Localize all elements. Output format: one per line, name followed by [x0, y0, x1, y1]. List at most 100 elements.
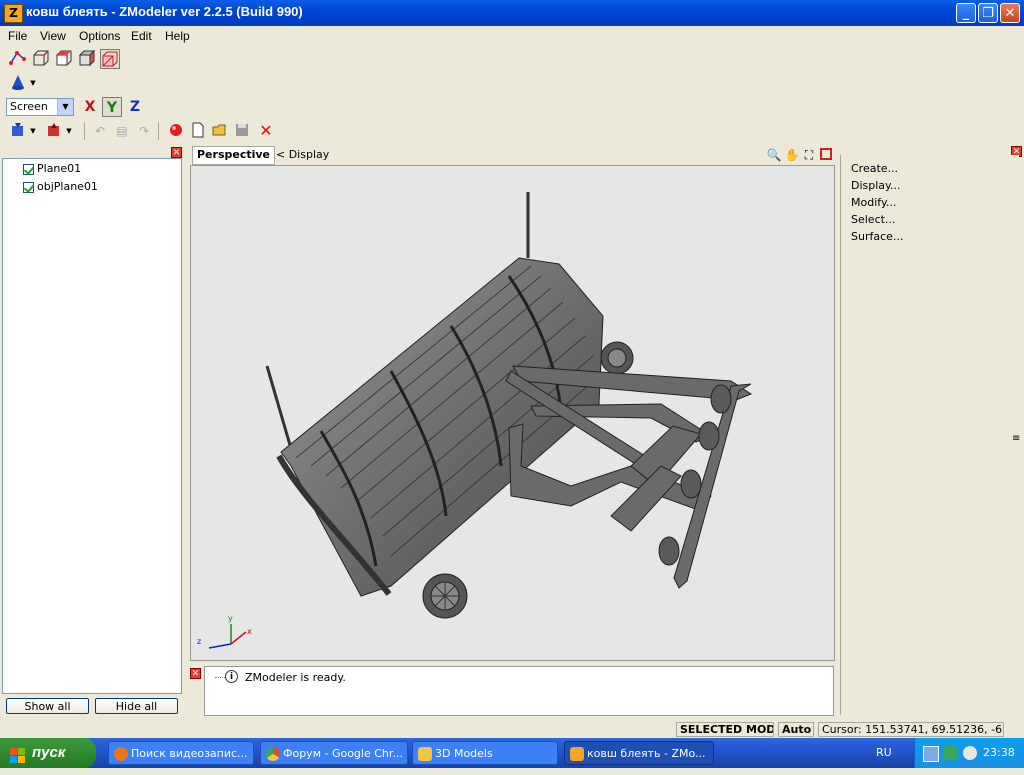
- scene-tree-panel: Plane01 objPlane01: [2, 158, 182, 694]
- maximize-viewport-icon[interactable]: [820, 148, 832, 160]
- tree-item-label: objPlane01: [37, 180, 98, 193]
- create-menu-item[interactable]: Create...: [851, 162, 898, 175]
- firefox-icon: [114, 747, 128, 761]
- import-icon[interactable]: [8, 121, 28, 141]
- pan-hand-icon[interactable]: ✋: [784, 145, 800, 165]
- selection-mode-status: SELECTED MODE: [676, 722, 774, 737]
- chevron-down-icon[interactable]: ▼: [57, 99, 73, 115]
- save-icon[interactable]: [232, 121, 252, 141]
- axis-label-z: z: [197, 637, 201, 646]
- log-panel-close-icon[interactable]: ✕: [190, 668, 201, 679]
- undo-icon[interactable]: ↶: [90, 121, 110, 141]
- delete-icon[interactable]: ✕: [256, 121, 276, 141]
- chrome-icon: [266, 747, 280, 761]
- network-icon[interactable]: [923, 746, 939, 762]
- taskbar: пуск Поиск видеозапис... Форум - Google …: [0, 738, 1024, 768]
- axis-gizmo: [208, 624, 247, 649]
- viewport-header: Perspective < Display 🔍 ✋ ⛶: [190, 145, 835, 165]
- toolbar-separator: [84, 122, 85, 140]
- tree-item-label: Plane01: [37, 162, 82, 175]
- log-message: ZModeler is ready.: [245, 671, 346, 684]
- select-menu-item[interactable]: Select...: [851, 213, 895, 226]
- axis-x-toggle[interactable]: X: [80, 97, 100, 117]
- log-panel: i ZModeler is ready.: [204, 666, 834, 716]
- new-file-icon[interactable]: [188, 121, 208, 141]
- panel-resize-grip-icon[interactable]: ≡: [1012, 433, 1020, 444]
- primitive-dropdown-arrow-icon[interactable]: ▼: [28, 73, 38, 93]
- menu-edit[interactable]: Edit: [131, 29, 152, 43]
- start-button[interactable]: пуск: [0, 738, 96, 768]
- display-menu-item[interactable]: Display...: [851, 179, 900, 192]
- left-panel-close-icon[interactable]: ✕: [171, 147, 182, 158]
- zoom-extents-icon[interactable]: ⛶: [801, 145, 817, 165]
- caster-wheel: [422, 573, 468, 619]
- zmodeler-icon: [570, 747, 584, 761]
- security-icon[interactable]: [943, 746, 957, 760]
- language-indicator[interactable]: RU: [876, 746, 892, 759]
- hide-all-button[interactable]: Hide all: [95, 698, 178, 714]
- tree-item-plane01[interactable]: Plane01: [23, 162, 81, 176]
- display-menu-link[interactable]: < Display: [276, 148, 329, 161]
- menu-view[interactable]: View: [40, 29, 66, 43]
- face-mode-icon[interactable]: [54, 49, 74, 69]
- system-tray: 23:38: [914, 738, 1024, 768]
- history-icon[interactable]: ▤: [112, 121, 132, 141]
- folder-icon: [418, 747, 432, 761]
- edge-mode-icon[interactable]: [31, 49, 51, 69]
- task-label: ковш блеять - ZMo...: [587, 747, 706, 760]
- export-icon[interactable]: [44, 121, 64, 141]
- auto-status: Auto: [778, 722, 814, 737]
- axis-label-y: y: [228, 614, 233, 623]
- coordinate-system-value: Screen: [10, 100, 48, 113]
- command-panel: Create... Display... Modify... Select...…: [840, 155, 1020, 715]
- close-button[interactable]: ✕: [1000, 3, 1020, 23]
- vertex-mode-icon[interactable]: [8, 49, 28, 69]
- start-label: пуск: [32, 744, 66, 761]
- primitive-toolbar: ▼: [0, 72, 50, 94]
- object-mode-icon[interactable]: [77, 49, 97, 69]
- export-dropdown-arrow-icon[interactable]: ▼: [64, 121, 74, 141]
- file-toolbar: ▼ ▼ ↶ ▤ ↷ ✕: [0, 120, 290, 142]
- cone-primitive-icon[interactable]: [8, 73, 28, 93]
- modify-menu-item[interactable]: Modify...: [851, 196, 896, 209]
- zoom-icon[interactable]: 🔍: [766, 145, 782, 165]
- taskbar-item-3d-models[interactable]: 3D Models: [412, 741, 558, 765]
- maximize-button[interactable]: ❐: [978, 3, 998, 23]
- info-icon: i: [225, 670, 238, 683]
- axis-y-toggle[interactable]: Y: [102, 97, 122, 117]
- import-dropdown-arrow-icon[interactable]: ▼: [28, 121, 38, 141]
- caster-wheel: [600, 341, 634, 375]
- taskbar-item-chrome[interactable]: Форум - Google Chr...: [260, 741, 408, 765]
- menu-options[interactable]: Options: [79, 29, 120, 43]
- 3d-viewport[interactable]: y x z: [190, 165, 835, 661]
- menu-help[interactable]: Help: [165, 29, 190, 43]
- sync-icon[interactable]: [963, 746, 977, 760]
- minimize-button[interactable]: _: [956, 3, 976, 23]
- axis-z-toggle[interactable]: Z: [125, 97, 145, 117]
- title-bar[interactable]: Z ковш блеять - ZModeler ver 2.2.5 (Buil…: [0, 0, 1024, 26]
- clock[interactable]: 23:38: [983, 746, 1015, 759]
- render-sphere-icon[interactable]: [166, 121, 186, 141]
- menu-file[interactable]: File: [8, 29, 27, 43]
- window-title: ковш блеять - ZModeler ver 2.2.5 (Build …: [26, 4, 303, 19]
- open-folder-icon[interactable]: [210, 121, 230, 141]
- redo-icon[interactable]: ↷: [134, 121, 154, 141]
- group-mode-icon[interactable]: [100, 49, 120, 69]
- zmodeler-app-icon[interactable]: Z: [4, 4, 23, 23]
- selection-mode-toolbar: [0, 48, 130, 70]
- axis-label-x: x: [247, 627, 252, 636]
- taskbar-item-firefox[interactable]: Поиск видеозапис...: [108, 741, 254, 765]
- tree-item-objplane01[interactable]: objPlane01: [23, 180, 98, 194]
- visibility-checkbox[interactable]: [23, 163, 34, 175]
- surface-menu-item[interactable]: Surface...: [851, 230, 903, 243]
- task-label: 3D Models: [435, 747, 493, 760]
- visibility-checkbox[interactable]: [23, 181, 34, 193]
- taskbar-item-zmodeler[interactable]: ковш блеять - ZMo...: [564, 741, 714, 765]
- coordinate-system-select[interactable]: Screen ▼: [6, 98, 74, 116]
- task-label: Форум - Google Chr...: [283, 747, 403, 760]
- show-all-button[interactable]: Show all: [6, 698, 89, 714]
- cursor-coordinates: Cursor: 151.53741, 69.51236, -65.683: [818, 722, 1004, 737]
- view-name-tab[interactable]: Perspective: [192, 146, 276, 165]
- task-label: Поиск видеозапис...: [131, 747, 248, 760]
- menu-bar: File View Options Edit Help: [0, 26, 1024, 46]
